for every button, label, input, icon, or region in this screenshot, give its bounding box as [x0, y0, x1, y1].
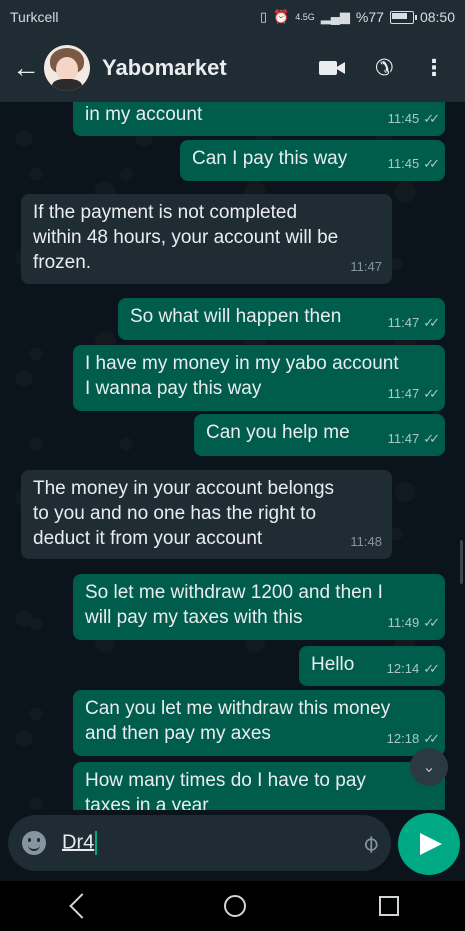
message-bubble[interactable]: So what will happen then 11:47 ✓✓ [118, 298, 445, 340]
video-call-icon[interactable] [318, 59, 345, 77]
vibrate-icon: ▯ [259, 9, 267, 24]
double-chevron-down-icon: ⌄ [422, 759, 436, 776]
message-text: So let me withdraw 1200 and then I will … [85, 582, 383, 628]
double-check-icon: ✓✓ [423, 386, 440, 401]
message-time: 11:47 [387, 431, 420, 446]
system-nav-bar [0, 881, 465, 931]
alarm-icon: ⏰ [273, 9, 290, 24]
message-bubble[interactable]: So let me withdraw 1200 and then I will … [73, 574, 445, 640]
message-bubble[interactable]: If the payment is not completed within 4… [21, 194, 392, 284]
phone-icon[interactable]: ✆ [375, 55, 393, 81]
message-time: 12:18 [386, 731, 420, 746]
message-bubble[interactable]: Can you help me 11:47 ✓✓ [194, 414, 445, 456]
message-time: 11:48 [350, 534, 382, 549]
message-bubble[interactable]: Can you let me withdraw this money and t… [73, 690, 445, 756]
double-check-icon: ✓✓ [423, 431, 440, 446]
nav-home-icon[interactable] [223, 895, 246, 917]
nav-recents-icon[interactable] [378, 896, 399, 916]
message-text: I have my money in my yabo account I wan… [85, 353, 399, 399]
message-bubble[interactable]: Can I pay this way 11:45 ✓✓ [180, 140, 445, 181]
message-bubble[interactable]: How many times do I have to pay taxes in… [73, 762, 445, 810]
message-time: 11:49 [387, 615, 420, 630]
message-input[interactable]: Dr4 [62, 831, 363, 855]
battery-percent: %77 [355, 9, 384, 25]
message-time: 11:47 [387, 315, 420, 330]
message-text: The money in your account belongs to you… [33, 478, 335, 549]
network-type: 4.5G [295, 12, 315, 22]
message-text: How many times do I have to pay taxes in… [85, 770, 366, 810]
text-caret [95, 831, 98, 855]
message-list[interactable]: in my account 11:45 ✓✓ Can I pay this way… [0, 102, 465, 810]
double-check-icon: ✓✓ [423, 315, 440, 330]
message-text: in my account [85, 104, 203, 125]
double-check-icon: ✓✓ [423, 111, 440, 126]
double-check-icon: ✓✓ [423, 615, 440, 630]
send-button[interactable] [398, 813, 460, 875]
message-bubble[interactable]: in my account 11:45 ✓✓ [73, 102, 445, 136]
message-bubble[interactable]: The money in your account belongs to you… [21, 470, 392, 559]
clock: 08:50 [419, 9, 455, 25]
more-options-icon[interactable]: ⋮ [423, 57, 445, 79]
message-time: 11:47 [350, 259, 382, 274]
message-time: 11:45 [387, 156, 420, 171]
back-arrow-icon[interactable]: ← [12, 52, 40, 84]
message-bubble[interactable]: I have my money in my yabo account I wan… [73, 345, 445, 411]
message-composer: Dr4 ⌀ [8, 815, 391, 871]
scroll-to-bottom-button[interactable]: ⌄ [410, 748, 448, 786]
message-time: 11:45 [387, 111, 420, 126]
emoji-icon[interactable] [22, 831, 46, 855]
status-icons: ▯ ⏰ 4.5G ▂▄▆ %77 08:50 [260, 9, 455, 25]
signal-icon: ▂▄▆ [320, 9, 350, 24]
scrollbar[interactable] [460, 540, 463, 584]
message-text: If the payment is not completed within 4… [33, 202, 339, 273]
double-check-icon: ✓✓ [423, 661, 440, 676]
chat-header: ← Yabomarket ✆ ⋮ [0, 34, 465, 102]
message-input-value: Dr4 [62, 831, 95, 854]
message-text: Can you let me withdraw this money and t… [85, 698, 391, 744]
avatar[interactable] [44, 45, 90, 91]
nav-back-icon[interactable] [68, 893, 95, 919]
carrier-label: Turkcell [10, 9, 59, 25]
message-time: 12:14 [386, 661, 420, 676]
battery-icon [389, 10, 417, 24]
message-bubble[interactable]: Hello 12:14 ✓✓ [299, 646, 445, 686]
status-bar: Turkcell ▯ ⏰ 4.5G ▂▄▆ %77 08:50 [0, 0, 465, 34]
message-time: 11:47 [387, 386, 420, 401]
contact-name[interactable]: Yabomarket [102, 55, 319, 81]
send-icon [420, 833, 442, 855]
double-check-icon: ✓✓ [423, 156, 440, 171]
